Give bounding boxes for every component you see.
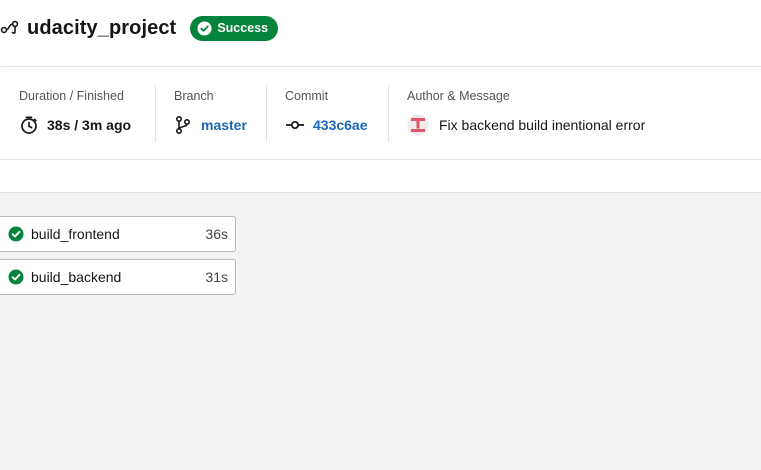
duration-value-row: 38s / 3m ago: [19, 115, 131, 135]
job-card-build-backend[interactable]: build_backend 31s: [0, 259, 236, 295]
success-check-icon: [8, 269, 24, 285]
job-duration: 36s: [205, 226, 228, 242]
page-header: udacity_project Success: [0, 12, 279, 44]
pipeline-summary-card: Duration / Finished 38s / 3m ago Branch: [0, 66, 761, 160]
workflow-icon: [0, 17, 22, 39]
pipeline-header-area: udacity_project Success Duration / Finis…: [0, 0, 761, 193]
commit-icon: [286, 120, 304, 130]
divider: [155, 85, 156, 142]
author-value-row: Fix backend build inentional error: [407, 114, 646, 136]
page-title: udacity_project: [27, 16, 177, 39]
branch-label: Branch: [174, 89, 214, 103]
job-card-build-frontend[interactable]: build_frontend 36s: [0, 216, 236, 252]
branch-icon: [175, 115, 191, 135]
job-name: build_backend: [31, 269, 122, 285]
success-check-icon: [8, 226, 24, 242]
timer-icon: [21, 116, 37, 134]
status-badge-label: Success: [217, 21, 269, 35]
divider: [388, 85, 389, 142]
commit-message: Fix backend build inentional error: [439, 117, 646, 133]
status-badge: Success: [190, 15, 279, 41]
duration-value: 38s / 3m ago: [47, 117, 132, 133]
commit-link[interactable]: 433c6ae: [313, 117, 368, 133]
duration-label: Duration / Finished: [19, 89, 124, 103]
commit-value-row: 433c6ae: [285, 115, 368, 135]
divider: [266, 85, 267, 142]
branch-link[interactable]: master: [201, 117, 247, 133]
job-duration: 31s: [205, 269, 228, 285]
job-name: build_frontend: [31, 226, 120, 242]
commit-label: Commit: [285, 89, 329, 103]
check-circle-icon: [197, 20, 212, 36]
author-label: Author & Message: [407, 89, 510, 103]
avatar: [407, 114, 429, 136]
branch-value-row: master: [174, 115, 247, 135]
